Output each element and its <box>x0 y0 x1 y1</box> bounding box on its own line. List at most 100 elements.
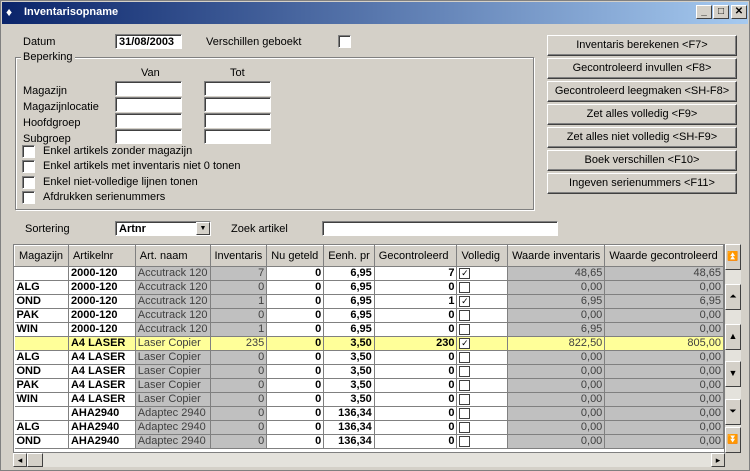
scroll-down-icon[interactable]: ▼ <box>725 361 741 387</box>
artikelnr-cell[interactable]: 2000-120 <box>68 280 136 295</box>
magazijn-cell[interactable] <box>14 406 69 421</box>
hoofdgroep-van-input[interactable] <box>115 113 182 128</box>
table-row[interactable]: 2000-120 Accutrack 120 7 0 6,95 7 ✓ 48,65 48,65 <box>14 266 724 281</box>
nu-geteld-cell[interactable]: 0 <box>266 378 325 393</box>
niet-0-checkbox[interactable] <box>22 160 35 173</box>
artikelnr-cell[interactable]: AHA2940 <box>68 420 136 435</box>
volledig-checkbox[interactable]: ✓ <box>459 295 471 307</box>
close-button[interactable]: ✕ <box>731 5 747 19</box>
volledig-cell[interactable] <box>456 350 509 365</box>
nu-geteld-cell[interactable]: 0 <box>266 322 325 337</box>
table-row[interactable]: A4 LASER Laser Copier 235 0 3,50 230 ✓ 822,50 80… <box>14 336 724 351</box>
table-row[interactable]: WIN A4 LASER Laser Copier 0 0 3,50 0 0,00 0,00 <box>14 392 724 407</box>
artikelnr-cell[interactable]: A4 LASER <box>68 350 136 365</box>
gecontroleerd-cell[interactable]: 0 <box>374 322 458 337</box>
gecontroleerd-cell[interactable]: 230 <box>374 336 458 351</box>
gecontroleerd-cell[interactable]: 0 <box>374 434 458 449</box>
magazijn-cell[interactable]: WIN <box>14 322 69 337</box>
boek-verschillen-button[interactable]: Boek verschillen <F10> <box>547 150 737 171</box>
magazijn-van-input[interactable] <box>115 81 182 96</box>
column-header[interactable]: Art. naam <box>134 245 211 267</box>
magazijn-cell[interactable] <box>14 336 69 351</box>
eenh-pr-cell[interactable]: 6,95 <box>323 308 375 323</box>
column-header[interactable]: Waarde inventaris <box>507 245 606 267</box>
volledig-cell[interactable]: ✓ <box>456 266 509 281</box>
volledig-cell[interactable] <box>456 308 509 323</box>
nu-geteld-cell[interactable]: 0 <box>266 364 325 379</box>
scroll-page-down-icon[interactable]: ⏷ <box>725 399 741 425</box>
nu-geteld-cell[interactable]: 0 <box>266 350 325 365</box>
nu-geteld-cell[interactable]: 0 <box>266 294 325 309</box>
gecontroleerd-invullen-button[interactable]: Gecontroleerd invullen <F8> <box>547 58 737 79</box>
zet-alles-niet-volledig-button[interactable]: Zet alles niet volledig <SH-F9> <box>547 127 737 148</box>
inventory-grid[interactable]: Magazijn Artikelnr Art. naam Inventaris Nu g… <box>13 244 725 453</box>
nu-geteld-cell[interactable]: 0 <box>266 392 325 407</box>
artikelnr-cell[interactable]: A4 LASER <box>68 336 136 351</box>
volledig-cell[interactable] <box>456 392 509 407</box>
volledig-checkbox[interactable]: ✓ <box>459 267 471 279</box>
maximize-button[interactable]: □ <box>713 5 729 19</box>
magazijnlocatie-tot-input[interactable] <box>204 97 271 112</box>
artikelnr-cell[interactable]: A4 LASER <box>68 378 136 393</box>
serienummers-checkbox[interactable] <box>22 191 35 204</box>
column-header[interactable]: Magazijn <box>14 245 69 267</box>
volledig-checkbox[interactable] <box>459 407 471 419</box>
volledig-cell[interactable] <box>456 406 509 421</box>
volledig-cell[interactable] <box>456 364 509 379</box>
magazijn-tot-input[interactable] <box>204 81 271 96</box>
volledig-checkbox[interactable] <box>459 365 471 377</box>
artikelnr-cell[interactable]: 2000-120 <box>68 308 136 323</box>
eenh-pr-cell[interactable]: 6,95 <box>323 322 375 337</box>
eenh-pr-cell[interactable]: 3,50 <box>323 350 375 365</box>
minimize-button[interactable]: _ <box>696 5 712 19</box>
chevron-down-icon[interactable]: ▼ <box>196 222 210 235</box>
volledig-checkbox[interactable] <box>459 323 471 335</box>
nu-geteld-cell[interactable]: 0 <box>266 336 325 351</box>
verschillen-checkbox[interactable] <box>338 35 351 48</box>
scroll-page-up-icon[interactable]: ⏶ <box>725 284 741 310</box>
column-header[interactable]: Gecontroleerd <box>373 245 458 267</box>
magazijn-cell[interactable]: PAK <box>14 308 69 323</box>
scroll-left-icon[interactable]: ◂ <box>13 453 27 467</box>
scroll-thumb[interactable] <box>27 453 43 467</box>
table-row[interactable]: OND A4 LASER Laser Copier 0 0 3,50 0 0,00 0,00 <box>14 364 724 379</box>
scroll-top-icon[interactable]: ⏫ <box>725 244 741 270</box>
magazijn-cell[interactable]: OND <box>14 434 69 449</box>
magazijn-cell[interactable]: ALG <box>14 350 69 365</box>
volledig-cell[interactable] <box>456 434 509 449</box>
volledig-checkbox[interactable] <box>459 351 471 363</box>
eenh-pr-cell[interactable]: 136,34 <box>323 434 375 449</box>
magazijn-cell[interactable]: OND <box>14 294 69 309</box>
gecontroleerd-cell[interactable]: 1 <box>374 294 458 309</box>
scroll-up-icon[interactable]: ▲ <box>725 324 741 350</box>
gecontroleerd-cell[interactable]: 0 <box>374 378 458 393</box>
eenh-pr-cell[interactable]: 6,95 <box>323 266 375 281</box>
artikelnr-cell[interactable]: AHA2940 <box>68 406 136 421</box>
artikelnr-cell[interactable]: 2000-120 <box>68 322 136 337</box>
nu-geteld-cell[interactable]: 0 <box>266 434 325 449</box>
subgroep-tot-input[interactable] <box>204 129 271 144</box>
artikelnr-cell[interactable]: A4 LASER <box>68 392 136 407</box>
magazijn-cell[interactable]: OND <box>14 364 69 379</box>
volledig-cell[interactable] <box>456 322 509 337</box>
gecontroleerd-cell[interactable]: 0 <box>374 280 458 295</box>
table-row[interactable]: OND 2000-120 Accutrack 120 1 0 6,95 1 ✓ 6,95 6,95 <box>14 294 724 309</box>
nu-geteld-cell[interactable]: 0 <box>266 280 325 295</box>
table-row[interactable]: ALG 2000-120 Accutrack 120 0 0 6,95 0 0,00 0,00 <box>14 280 724 295</box>
artikelnr-cell[interactable]: AHA2940 <box>68 434 136 449</box>
table-row[interactable]: AHA2940 Adaptec 2940 0 0 136,34 0 0,00 0,00 <box>14 406 724 421</box>
volledig-cell[interactable] <box>456 280 509 295</box>
column-header[interactable]: Nu geteld <box>266 245 325 267</box>
gecontroleerd-cell[interactable]: 0 <box>374 308 458 323</box>
eenh-pr-cell[interactable]: 3,50 <box>323 364 375 379</box>
table-row[interactable]: PAK 2000-120 Accutrack 120 0 0 6,95 0 0,00 0,00 <box>14 308 724 323</box>
volledig-checkbox[interactable] <box>459 393 471 405</box>
eenh-pr-cell[interactable]: 6,95 <box>323 280 375 295</box>
volledig-checkbox[interactable] <box>459 309 471 321</box>
volledig-cell[interactable] <box>456 420 509 435</box>
zonder-magazijn-checkbox[interactable] <box>22 145 35 158</box>
table-row[interactable]: ALG AHA2940 Adaptec 2940 0 0 136,34 0 0,00 0,00 <box>14 420 724 435</box>
scroll-right-icon[interactable]: ▸ <box>711 453 725 467</box>
inventaris-berekenen-button[interactable]: Inventaris berekenen <F7> <box>547 35 737 56</box>
table-row[interactable]: PAK A4 LASER Laser Copier 0 0 3,50 0 0,00 0,00 <box>14 378 724 393</box>
